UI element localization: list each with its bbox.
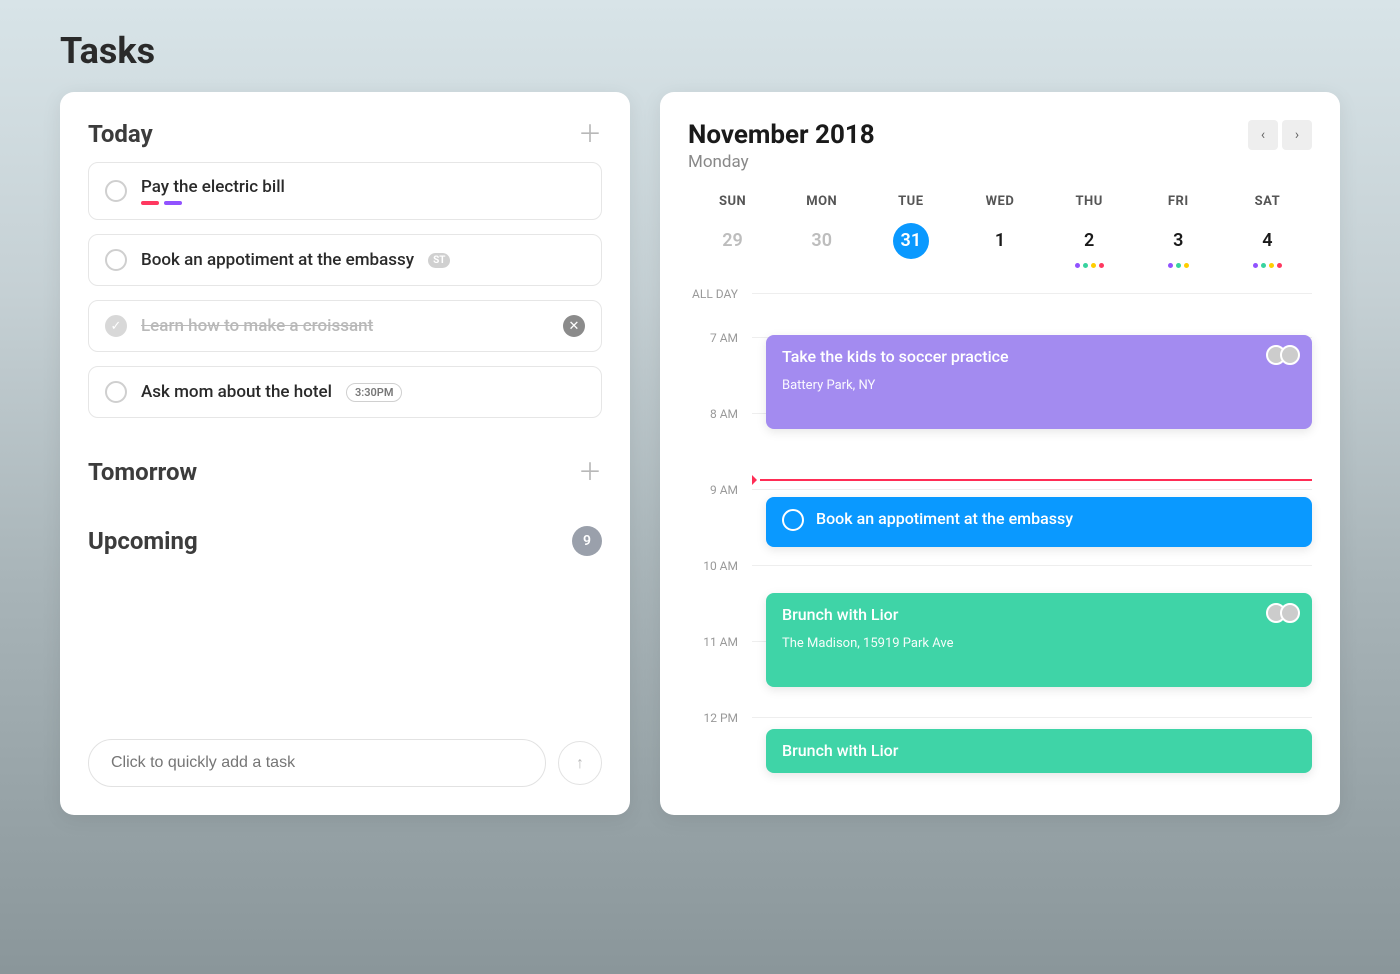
add-task-tomorrow-button[interactable]: ＋ (578, 460, 602, 484)
task-card[interactable]: Book an appotiment at the embassy ST (88, 234, 602, 286)
task-checkbox[interactable] (105, 249, 127, 271)
event-dot (1176, 263, 1181, 268)
calendar-event[interactable]: Brunch with Lior The Madison, 15919 Park … (766, 593, 1312, 687)
event-title: Brunch with Lior (782, 741, 898, 760)
task-delete-button[interactable]: ✕ (563, 315, 585, 337)
chevron-right-icon: › (1295, 127, 1299, 143)
event-title: Take the kids to soccer practice (782, 347, 1009, 366)
task-card[interactable]: Pay the electric bill (88, 162, 602, 220)
task-tag (141, 201, 159, 205)
arrow-up-icon: ↑ (576, 753, 584, 773)
calendar-day[interactable]: 31 (893, 223, 929, 259)
calendar-event[interactable]: Book an appotiment at the embassy (766, 497, 1312, 547)
avatar (1280, 345, 1300, 365)
upcoming-count-badge: 9 (572, 526, 602, 556)
event-dot (1099, 263, 1104, 268)
task-checkbox[interactable] (105, 381, 127, 403)
event-attendees (1272, 603, 1300, 623)
task-card[interactable]: Learn how to make a croissant ✕ (88, 300, 602, 352)
event-dot (1184, 263, 1189, 268)
section-today-title: Today (88, 120, 153, 148)
calendar-day[interactable]: 29 (715, 223, 751, 259)
calendar-day[interactable]: 1 (982, 223, 1018, 259)
weekday-label: WED (955, 194, 1044, 209)
event-dot (1269, 263, 1274, 268)
section-upcoming-title: Upcoming (88, 527, 198, 555)
task-card[interactable]: Ask mom about the hotel 3:30PM (88, 366, 602, 418)
chevron-left-icon: ‹ (1261, 127, 1265, 143)
event-dot (1083, 263, 1088, 268)
task-checkbox[interactable] (105, 180, 127, 202)
quick-add-submit-button[interactable]: ↑ (558, 741, 602, 785)
section-tomorrow-title: Tomorrow (88, 458, 197, 486)
task-badge: ST (428, 253, 450, 268)
quick-add-input[interactable] (88, 739, 546, 787)
page-title: Tasks (60, 30, 1340, 72)
calendar-next-button[interactable]: › (1282, 120, 1312, 150)
weekday-label: MON (777, 194, 866, 209)
calendar-prev-button[interactable]: ‹ (1248, 120, 1278, 150)
time-label: 10 AM (688, 559, 752, 573)
calendar-day[interactable]: 4 (1249, 223, 1285, 259)
event-title: Book an appotiment at the embassy (816, 509, 1073, 528)
calendar-event[interactable]: Brunch with Lior (766, 729, 1312, 773)
calendar-day[interactable]: 30 (804, 223, 840, 259)
calendar-panel: November 2018 Monday ‹ › SUNMONTUEWEDTHU… (660, 92, 1340, 815)
event-dot (1091, 263, 1096, 268)
event-dot (1168, 263, 1173, 268)
task-tag (164, 201, 182, 205)
event-checkbox[interactable] (782, 509, 804, 531)
calendar-month-label: November 2018 (688, 120, 875, 150)
task-text: Book an appotiment at the embassy (141, 250, 414, 270)
gridline (752, 293, 1312, 294)
weekday-label: TUE (866, 194, 955, 209)
calendar-day[interactable]: 2 (1071, 223, 1107, 259)
task-time-badge: 3:30PM (346, 383, 403, 402)
event-dot (1075, 263, 1080, 268)
current-time-indicator (760, 479, 1312, 481)
task-text: Learn how to make a croissant (141, 316, 373, 336)
event-attendees (1272, 345, 1300, 365)
weekday-label: THU (1045, 194, 1134, 209)
event-location: Battery Park, NY (782, 378, 1296, 393)
calendar-day[interactable]: 3 (1160, 223, 1196, 259)
calendar-day-label: Monday (688, 152, 875, 172)
time-label: 12 PM (688, 711, 752, 725)
avatar (1280, 603, 1300, 623)
close-icon: ✕ (569, 319, 580, 334)
task-text: Pay the electric bill (141, 177, 285, 197)
event-dot (1261, 263, 1266, 268)
time-label: 9 AM (688, 483, 752, 497)
weekday-label: SAT (1223, 194, 1312, 209)
task-checkbox[interactable] (105, 315, 127, 337)
event-dot (1253, 263, 1258, 268)
weekday-label: SUN (688, 194, 777, 209)
event-dot (1277, 263, 1282, 268)
time-label: ALL DAY (688, 287, 752, 301)
task-text: Ask mom about the hotel (141, 382, 332, 402)
event-title: Brunch with Lior (782, 605, 898, 624)
time-label: 11 AM (688, 635, 752, 649)
event-location: The Madison, 15919 Park Ave (782, 636, 1296, 651)
time-label: 8 AM (688, 407, 752, 421)
calendar-event[interactable]: Take the kids to soccer practice Battery … (766, 335, 1312, 429)
tasks-panel: Today ＋ Pay the electric bill Book an app… (60, 92, 630, 815)
time-label: 7 AM (688, 331, 752, 345)
add-task-today-button[interactable]: ＋ (578, 122, 602, 146)
weekday-label: FRI (1134, 194, 1223, 209)
